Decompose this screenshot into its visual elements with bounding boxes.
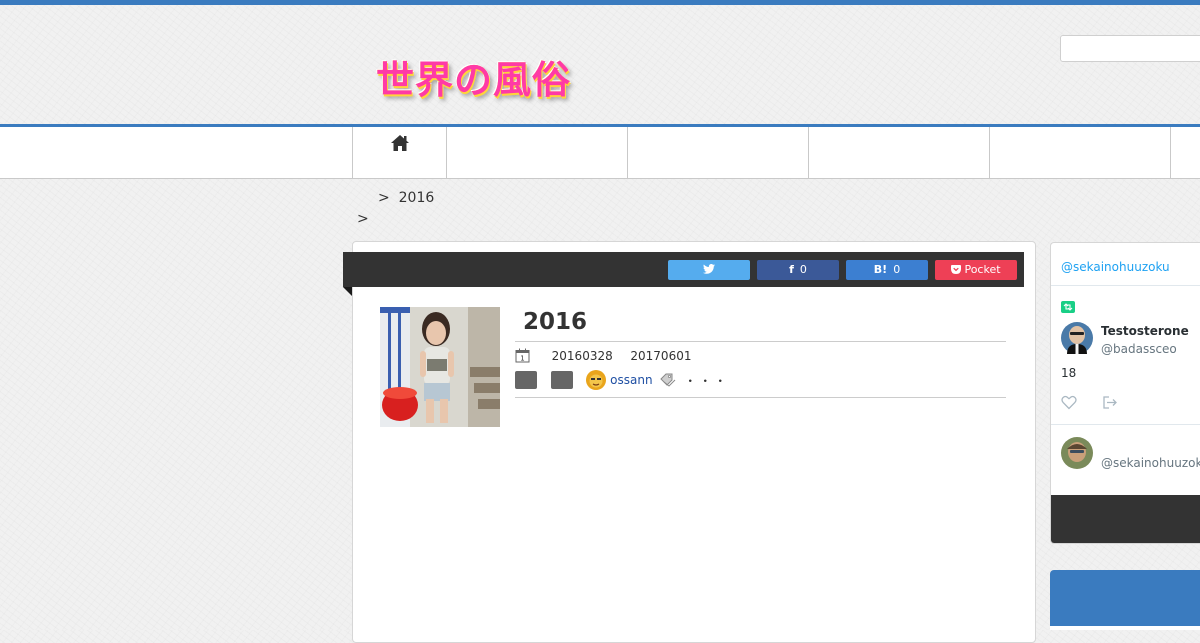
tweet-author-avatar[interactable] xyxy=(1061,322,1093,354)
calendar-icon: 1 xyxy=(515,348,530,362)
twitter-icon xyxy=(703,264,715,274)
breadcrumb-separator-2: > xyxy=(357,211,369,227)
post-tags-ellipsis: ・・・ xyxy=(684,373,730,388)
nav-item-home[interactable] xyxy=(352,127,447,178)
heart-icon[interactable] xyxy=(1061,395,1077,410)
main-content-card xyxy=(352,241,1036,643)
category-label-2[interactable] xyxy=(550,371,573,389)
facebook-share-button[interactable]: f0 xyxy=(757,260,839,280)
author-avatar xyxy=(586,370,607,390)
hatena-icon: B! xyxy=(873,263,888,276)
followed-user-handle[interactable]: @sekainohuuzoku xyxy=(1101,456,1200,470)
post-meta: ossann ・・・ xyxy=(515,370,729,390)
tag-icon xyxy=(660,373,676,387)
nav-item-4[interactable] xyxy=(808,127,990,178)
timeline-header-divider xyxy=(1051,285,1200,286)
meta-divider xyxy=(515,397,1006,398)
nav-item-5[interactable] xyxy=(989,127,1171,178)
post-title: 2016 xyxy=(523,309,588,335)
breadcrumb-current[interactable]: 2016 xyxy=(399,190,435,206)
pocket-icon xyxy=(951,264,962,274)
tweet-author-handle[interactable]: @badassceo xyxy=(1101,342,1177,356)
pocket-label: Pocket xyxy=(964,263,1001,276)
post-date-published: 20160328 xyxy=(551,349,613,363)
nav-item-6[interactable] xyxy=(1170,127,1200,178)
post-thumbnail[interactable] xyxy=(380,307,500,427)
author-link[interactable]: ossann xyxy=(610,373,652,387)
breadcrumb-separator: > xyxy=(378,190,390,206)
svg-text:1: 1 xyxy=(520,354,524,362)
post-date-updated: 20170601 xyxy=(630,349,692,363)
hatena-bookmark-button[interactable]: B! 0 xyxy=(846,260,928,280)
retweet-icon xyxy=(1061,301,1075,313)
share-bar: f0 B! 0 Pocket xyxy=(343,252,1024,287)
timeline-footer xyxy=(1051,495,1200,543)
share-icon[interactable] xyxy=(1102,395,1118,410)
sidebar-widget-header xyxy=(1050,570,1200,630)
site-logo[interactable]: 世界の風俗 xyxy=(376,49,571,104)
tweet-author-name[interactable]: Testosterone xyxy=(1101,324,1189,338)
twitter-share-button[interactable] xyxy=(668,260,750,280)
category-label-1[interactable] xyxy=(515,371,537,389)
global-nav xyxy=(0,127,1200,179)
facebook-count: 0 xyxy=(799,263,807,276)
nav-item-3[interactable] xyxy=(627,127,809,178)
share-bar-fold xyxy=(343,287,352,296)
facebook-icon: f xyxy=(789,263,794,276)
home-icon xyxy=(391,135,409,151)
twitter-timeline-widget: @sekainohuuzoku Testosterone @badassceo … xyxy=(1050,242,1200,544)
title-divider xyxy=(515,341,1006,342)
hatena-count: 0 xyxy=(893,263,901,276)
followed-user-avatar[interactable] xyxy=(1061,437,1093,469)
tweet-text: 18 xyxy=(1061,366,1077,380)
site-header: 世界の風俗 xyxy=(0,5,1200,124)
timeline-account-link[interactable]: @sekainohuuzoku xyxy=(1061,260,1170,274)
post-dates: 1 20160328 20170601 xyxy=(515,348,692,367)
tweet-divider xyxy=(1051,424,1200,425)
nav-item-2[interactable] xyxy=(446,127,628,178)
search-input[interactable] xyxy=(1060,35,1200,62)
sidebar-widget-body xyxy=(1050,626,1200,630)
thumbnail-image xyxy=(380,307,500,427)
pocket-button[interactable]: Pocket xyxy=(935,260,1017,280)
breadcrumb: > 2016 xyxy=(378,190,434,206)
